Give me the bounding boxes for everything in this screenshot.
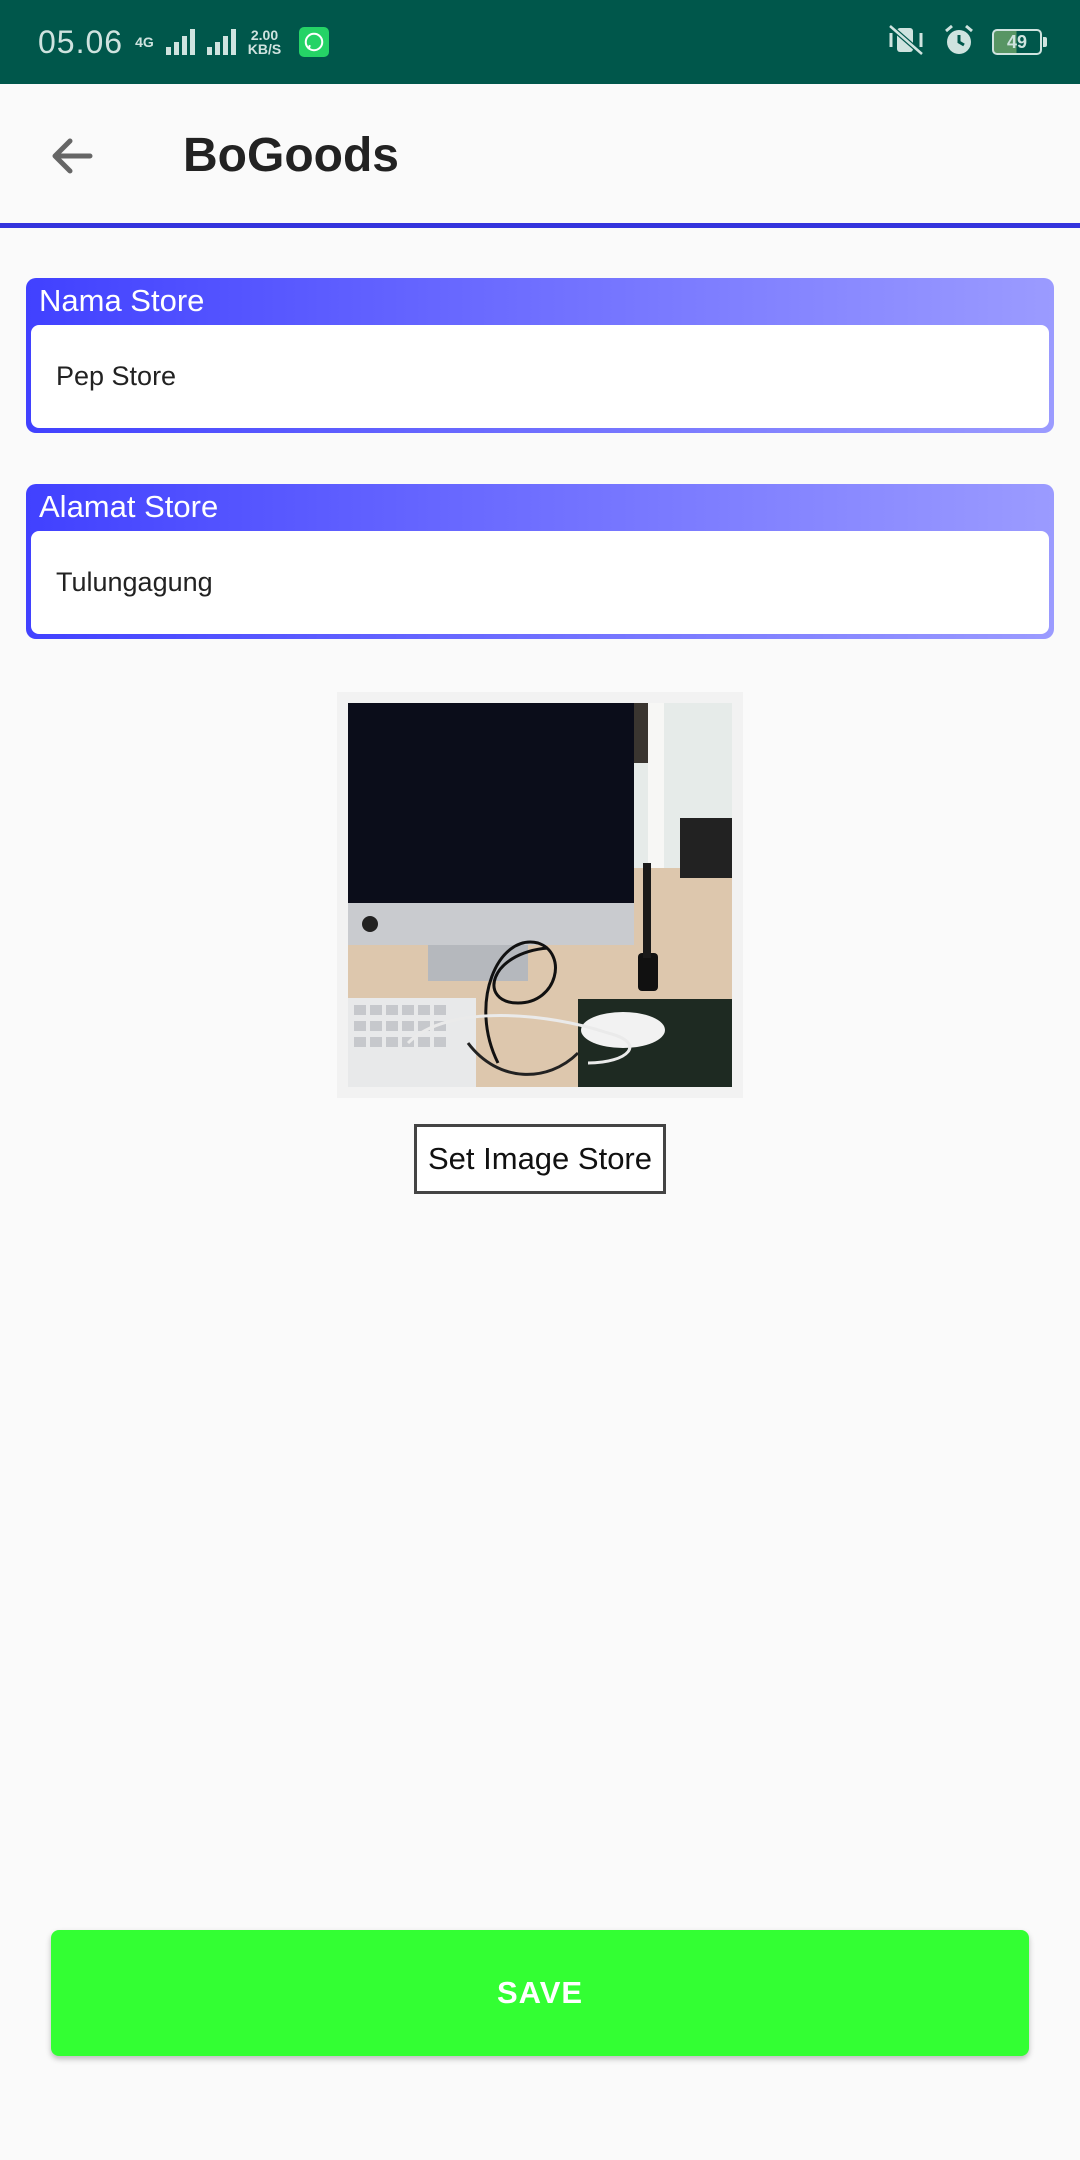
signal-icon [206, 29, 236, 55]
signal-icon [165, 29, 195, 55]
battery-icon: 49 [992, 29, 1047, 55]
store-address-label: Alamat Store [39, 489, 219, 524]
network-speed-value: 2.00 [250, 27, 279, 43]
status-bar: 05.06 4G 2.00 KB/S 49 [0, 0, 1080, 84]
store-name-label: Nama Store [39, 283, 205, 318]
network-speed-unit: KB/S [247, 41, 282, 57]
whatsapp-icon [299, 27, 330, 57]
store-name-field: Nama Store Pep Store [26, 278, 1054, 433]
save-button[interactable]: SAVE [51, 1930, 1029, 2056]
store-address-value: Tulungagung [56, 567, 213, 597]
store-photo [348, 703, 732, 1087]
network-speed: 2.00 KB/S [248, 28, 281, 56]
store-name-input[interactable]: Pep Store [31, 325, 1049, 428]
store-address-field: Alamat Store Tulungagung [26, 484, 1054, 639]
store-image [337, 692, 743, 1098]
store-name-value: Pep Store [56, 361, 177, 391]
network-type: 4G [135, 34, 154, 50]
set-image-store-button[interactable]: Set Image Store [414, 1124, 666, 1194]
arrow-back-icon [52, 138, 93, 174]
app-bar: BoGoods [0, 84, 1080, 228]
status-time: 05.06 [38, 23, 124, 60]
back-button[interactable] [40, 124, 104, 188]
page-title: BoGoods [183, 129, 399, 182]
alarm-icon [942, 23, 976, 62]
store-address-input[interactable]: Tulungagung [31, 531, 1049, 634]
vibrate-icon [886, 23, 926, 62]
